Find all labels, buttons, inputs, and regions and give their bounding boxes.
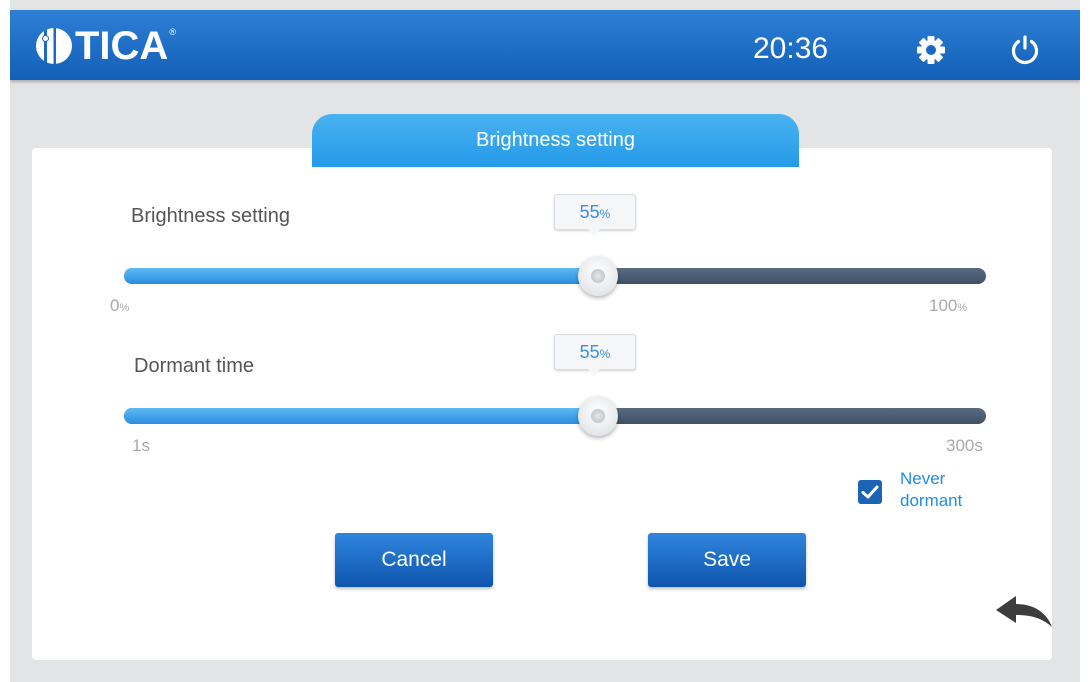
logo-mark-icon: [36, 28, 72, 64]
settings-panel: Brightness setting 55% 0% 100% Dormant t…: [32, 148, 1052, 660]
dormant-value-badge: 55%: [554, 334, 636, 377]
brightness-min-unit: %: [119, 302, 130, 314]
dormant-slider-fill: [124, 408, 599, 424]
brightness-max-unit: %: [957, 302, 968, 314]
dormant-slider-thumb[interactable]: [578, 396, 619, 436]
never-dormant-checkbox[interactable]: [858, 480, 882, 504]
power-icon[interactable]: [1008, 33, 1042, 67]
tab-brightness-setting: Brightness setting: [312, 114, 799, 167]
gear-icon[interactable]: [914, 33, 948, 67]
tica-logo: TICA ®: [36, 24, 176, 68]
never-dormant-label[interactable]: Never dormant: [900, 468, 990, 512]
brightness-label: Brightness setting: [131, 205, 290, 227]
dormant-min-label: 1s: [132, 436, 150, 455]
dormant-time-label: Dormant time: [134, 355, 255, 377]
checkmark-icon: [861, 485, 879, 499]
logo-text: TICA: [75, 24, 169, 68]
brightness-value: 55: [579, 202, 600, 222]
registered-mark: ®: [169, 27, 176, 37]
brightness-slider-fill: [124, 268, 599, 284]
brightness-slider[interactable]: [124, 268, 986, 284]
dormant-value: 55: [579, 342, 600, 362]
dormant-slider[interactable]: [124, 408, 986, 424]
brightness-value-badge: 55%: [554, 194, 636, 237]
brightness-slider-thumb[interactable]: [578, 256, 619, 296]
app-screen: TICA ® 20:36 Brightness setting Brightne…: [10, 0, 1080, 682]
brightness-max-label: 100%: [929, 296, 967, 318]
clock-time: 20:36: [753, 32, 829, 65]
brightness-max-value: 100: [929, 296, 958, 315]
brightness-value-unit: %: [599, 207, 611, 221]
top-bar: TICA ® 20:36: [10, 10, 1080, 80]
brightness-min-label: 0%: [110, 296, 129, 318]
cancel-button[interactable]: Cancel: [335, 533, 493, 587]
back-arrow-icon[interactable]: [994, 593, 1056, 633]
dormant-value-unit: %: [599, 347, 611, 361]
save-button[interactable]: Save: [648, 533, 806, 587]
dormant-max-label: 300s: [946, 436, 983, 455]
